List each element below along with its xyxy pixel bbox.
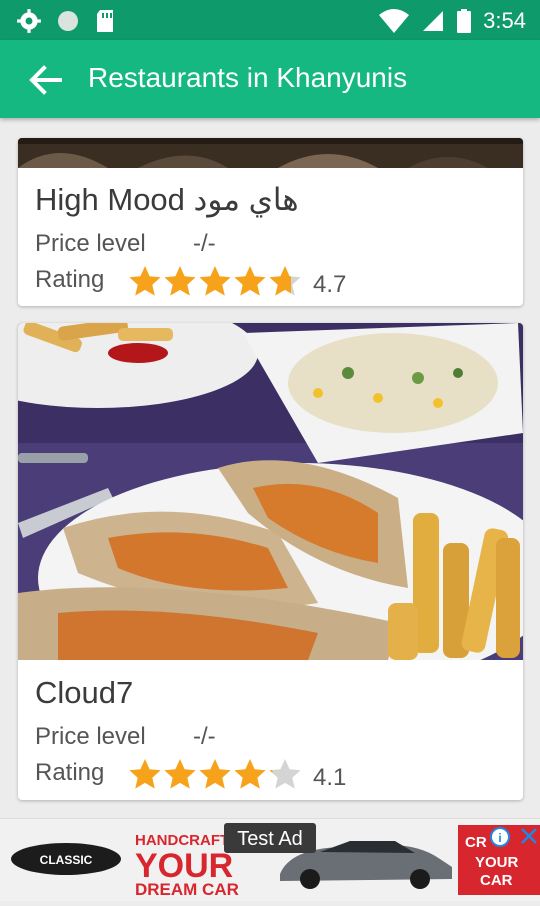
restaurant-card[interactable]: Cloud7 Price level -/- Rating 4.1 (18, 323, 523, 800)
ad-side-2: YOUR (475, 854, 519, 871)
sd-card-icon (97, 10, 113, 32)
ad-headline-3: DREAM CAR (135, 880, 239, 899)
star-icon (129, 266, 161, 296)
rating-value: 4.7 (313, 271, 347, 298)
price-level-value: -/- (193, 723, 216, 750)
rating-label: Rating (35, 266, 105, 293)
restaurant-name: Cloud7 (35, 675, 134, 710)
star-icon (164, 759, 196, 789)
ad-tag: Test Ad (237, 828, 303, 850)
star-icon (269, 266, 301, 296)
arrow-left-icon[interactable] (26, 60, 66, 100)
price-level-label: Price level (35, 230, 146, 257)
gear-icon (17, 9, 41, 33)
restaurant-list[interactable]: High Mood هاي مود Price level -/- Rating… (0, 118, 540, 818)
status-bar: 3:54 (0, 0, 540, 40)
price-level-label: Price level (35, 723, 146, 750)
ad-brand: CLASSIC (40, 853, 93, 867)
star-icon (199, 266, 231, 296)
rating-stars (128, 757, 302, 791)
battery-icon (457, 9, 472, 33)
ad-banner[interactable]: CLASSIC HANDCRAFT YOUR DREAM CAR CR YOUR… (0, 818, 540, 901)
ad-side-1: CR (465, 834, 487, 851)
star-icon (129, 759, 161, 789)
restaurant-card[interactable]: High Mood هاي مود Price level -/- Rating… (18, 138, 523, 306)
rating-label: Rating (35, 759, 105, 786)
ad-graphic: CLASSIC HANDCRAFT YOUR DREAM CAR CR YOUR… (0, 819, 540, 901)
star-icon (199, 759, 231, 789)
status-time: 3:54 (483, 8, 526, 33)
ad-side-3: CAR (480, 872, 513, 889)
signal-icon (423, 11, 444, 31)
circle-icon (58, 11, 78, 31)
rating-value: 4.1 (313, 764, 347, 791)
restaurant-photo (18, 138, 523, 168)
rating-stars (128, 264, 302, 298)
star-icon (164, 266, 196, 296)
page-title: Restaurants in Khanyunis (88, 62, 408, 93)
app-bar: Restaurants in Khanyunis (0, 40, 540, 118)
restaurant-name: High Mood هاي مود (35, 182, 299, 217)
price-level-value: -/- (193, 230, 216, 257)
restaurant-photo (18, 323, 523, 660)
svg-text:i: i (498, 831, 501, 845)
star-icon (269, 759, 301, 789)
star-icon (234, 266, 266, 296)
star-icon (234, 759, 266, 789)
wifi-icon (379, 9, 410, 33)
